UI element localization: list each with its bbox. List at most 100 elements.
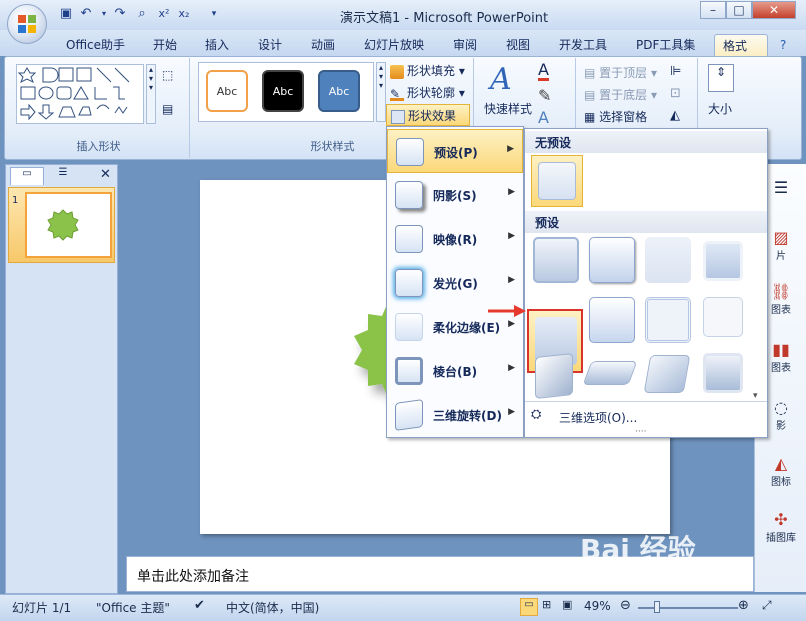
menu-item-shadow[interactable]: 阴影(S) ▶ xyxy=(387,173,523,217)
preset-option-6[interactable] xyxy=(589,297,635,343)
fit-window-icon[interactable]: ⤢ xyxy=(762,598,772,613)
print-preview-icon[interactable]: ⌕ xyxy=(134,6,150,22)
preset-option-10[interactable] xyxy=(582,361,638,385)
preset-option-11[interactable] xyxy=(643,355,691,393)
edit-shape-icon[interactable]: ⬚ xyxy=(162,68,184,88)
align-icon[interactable]: ⊫ xyxy=(670,64,681,79)
undo-icon[interactable]: ↶ xyxy=(78,6,94,22)
rotate-icon[interactable]: ◭ xyxy=(670,108,680,123)
group-icon[interactable]: ⊡ xyxy=(670,86,681,101)
paint-bucket-icon xyxy=(390,64,404,79)
submenu-arrow-icon: ▶ xyxy=(508,363,515,373)
slide-show-icon[interactable]: ▣ xyxy=(562,598,572,611)
menu-item-glow[interactable]: 发光(G) ▶ xyxy=(387,261,523,305)
tab-home[interactable]: 开始 xyxy=(145,34,185,56)
selection-pane-button[interactable]: ▦ 选择窗格 xyxy=(584,108,647,125)
preset-option-2[interactable] xyxy=(589,237,635,283)
quick-styles-icon[interactable]: A xyxy=(490,62,512,97)
title-bar: ▣ ↶ ▾ ↷ ⌕ x² x₂ ▾ 演示文稿1 - Microsoft Powe… xyxy=(0,0,806,30)
tab-format[interactable]: 格式 xyxy=(714,34,768,56)
preset-option-9[interactable] xyxy=(535,353,573,399)
shape-effects-icon xyxy=(391,109,405,124)
shapes-gallery-scroll[interactable]: ▴ ▾ ▾ xyxy=(146,64,156,124)
spell-check-icon[interactable]: ✔ xyxy=(194,598,205,613)
zoom-slider-thumb[interactable] xyxy=(654,601,660,613)
text-box-icon[interactable]: ▤ xyxy=(162,102,184,122)
style-swatch-blue[interactable]: Abc xyxy=(318,70,360,112)
style-gallery-scroll[interactable]: ▴ ▾ ▾ xyxy=(376,62,386,122)
pencil-icon: ✎ xyxy=(390,87,404,101)
minimize-button[interactable]: – xyxy=(700,1,726,19)
maximize-button[interactable]: □ xyxy=(726,1,752,19)
shape-outline-button[interactable]: ✎ 形状轮廓 ▾ xyxy=(390,84,465,101)
preset-option-1[interactable] xyxy=(533,237,579,283)
quick-styles-button[interactable]: 快速样式 xyxy=(484,100,532,117)
shape-effects-button[interactable]: 形状效果 ▾ xyxy=(386,104,470,138)
status-bar: 幻灯片 1/1 "Office 主题" ✔ 中文(简体，中国) ▭ ⊞ ▣ 49… xyxy=(0,594,806,621)
preset-option-12[interactable] xyxy=(703,353,743,393)
insert-shapes-group: ▴ ▾ ▾ ⬚ ▤ 插入形状 xyxy=(8,58,190,158)
slide-sorter-icon[interactable]: ⊞ xyxy=(542,598,551,611)
tab-insert[interactable]: 插入 xyxy=(197,34,237,56)
language-indicator[interactable]: 中文(简体，中国) xyxy=(226,599,319,616)
slides-tab[interactable]: ▭ xyxy=(10,167,44,185)
preset-option-3[interactable] xyxy=(645,237,691,283)
preset-option-4[interactable] xyxy=(703,241,743,281)
preset-option-7[interactable] xyxy=(645,297,691,343)
superscript-icon[interactable]: x² xyxy=(156,6,172,22)
tab-office-assistant[interactable]: Office助手 xyxy=(58,34,133,56)
shapes-gallery[interactable] xyxy=(16,64,144,124)
customize-qat-icon[interactable]: ▾ xyxy=(206,6,222,22)
3d-options-link[interactable]: 三维选项(O)... xyxy=(559,409,637,426)
text-effects-icon[interactable]: A xyxy=(538,108,549,127)
style-swatch-orange[interactable]: Abc xyxy=(206,70,248,112)
thumbnail-shape xyxy=(47,209,79,241)
redo-icon[interactable]: ↷ xyxy=(112,6,128,22)
bring-to-front-button[interactable]: ▤ 置于顶层 ▾ xyxy=(584,64,657,81)
menu-item-preset[interactable]: 预设(P) ▶ xyxy=(387,129,523,173)
notes-placeholder: 单击此处添加备注 xyxy=(137,569,249,585)
menu-item-3d-rotation[interactable]: 三维旋转(D) ▶ xyxy=(387,393,523,437)
help-icon[interactable]: ? xyxy=(780,38,786,52)
tab-animations[interactable]: 动画 xyxy=(303,34,343,56)
close-button[interactable]: ✕ xyxy=(752,1,796,19)
save-icon[interactable]: ▣ xyxy=(58,6,74,22)
scroll-down-icon[interactable]: ▾ xyxy=(753,391,758,401)
preset-option-8[interactable] xyxy=(703,297,743,337)
tab-view[interactable]: 视图 xyxy=(498,34,538,56)
style-swatch-black[interactable]: Abc xyxy=(262,70,304,112)
zoom-level[interactable]: 49% xyxy=(584,599,611,613)
tab-pdf-tools[interactable]: PDF工具集 xyxy=(628,34,703,56)
no-preset-option[interactable] xyxy=(531,155,583,207)
send-to-back-button[interactable]: ▤ 置于底层 ▾ xyxy=(584,86,657,103)
text-outline-icon[interactable]: ✎ xyxy=(538,86,551,105)
slide-indicator: 幻灯片 1/1 xyxy=(12,601,72,615)
zoom-slider[interactable] xyxy=(638,607,738,609)
preset-submenu: 无预设 预设 ▾ ⛭ 三维选项(O)... ···· xyxy=(524,128,768,438)
3d-options-icon: ⛭ xyxy=(531,407,542,422)
submenu-arrow-icon: ▶ xyxy=(508,319,515,329)
zoom-out-icon[interactable]: ⊖ xyxy=(620,598,631,613)
slide-thumbnail[interactable] xyxy=(25,192,112,258)
outline-tab[interactable]: ☰ xyxy=(46,167,80,185)
tab-design[interactable]: 设计 xyxy=(250,34,290,56)
resize-grip[interactable]: ···· xyxy=(635,427,646,437)
side-item-clipart-library[interactable]: ✣ 插图库 xyxy=(755,510,806,544)
shapes-gallery-icons xyxy=(17,67,130,121)
size-icon[interactable]: ⇕ xyxy=(708,64,734,92)
dropdown-icon[interactable]: ▾ xyxy=(96,6,112,22)
zoom-in-icon[interactable]: ⊕ xyxy=(738,598,749,613)
subscript-icon[interactable]: x₂ xyxy=(176,6,192,22)
shape-fill-button[interactable]: 形状填充 ▾ xyxy=(390,62,465,79)
tab-developer[interactable]: 开发工具 xyxy=(551,34,615,56)
close-panel-icon[interactable]: ✕ xyxy=(100,167,111,182)
menu-item-bevel[interactable]: 棱台(B) ▶ xyxy=(387,349,523,393)
size-button[interactable]: 大小 xyxy=(708,100,732,117)
normal-view-icon[interactable]: ▭ xyxy=(520,598,538,616)
office-button[interactable] xyxy=(7,4,47,44)
text-fill-icon[interactable]: A xyxy=(538,62,549,81)
menu-item-reflection[interactable]: 映像(R) ▶ xyxy=(387,217,523,261)
tab-slide-show[interactable]: 幻灯片放映 xyxy=(356,34,432,56)
tab-review[interactable]: 审阅 xyxy=(445,34,485,56)
side-item-icon[interactable]: ◭ 图标 xyxy=(755,454,806,488)
